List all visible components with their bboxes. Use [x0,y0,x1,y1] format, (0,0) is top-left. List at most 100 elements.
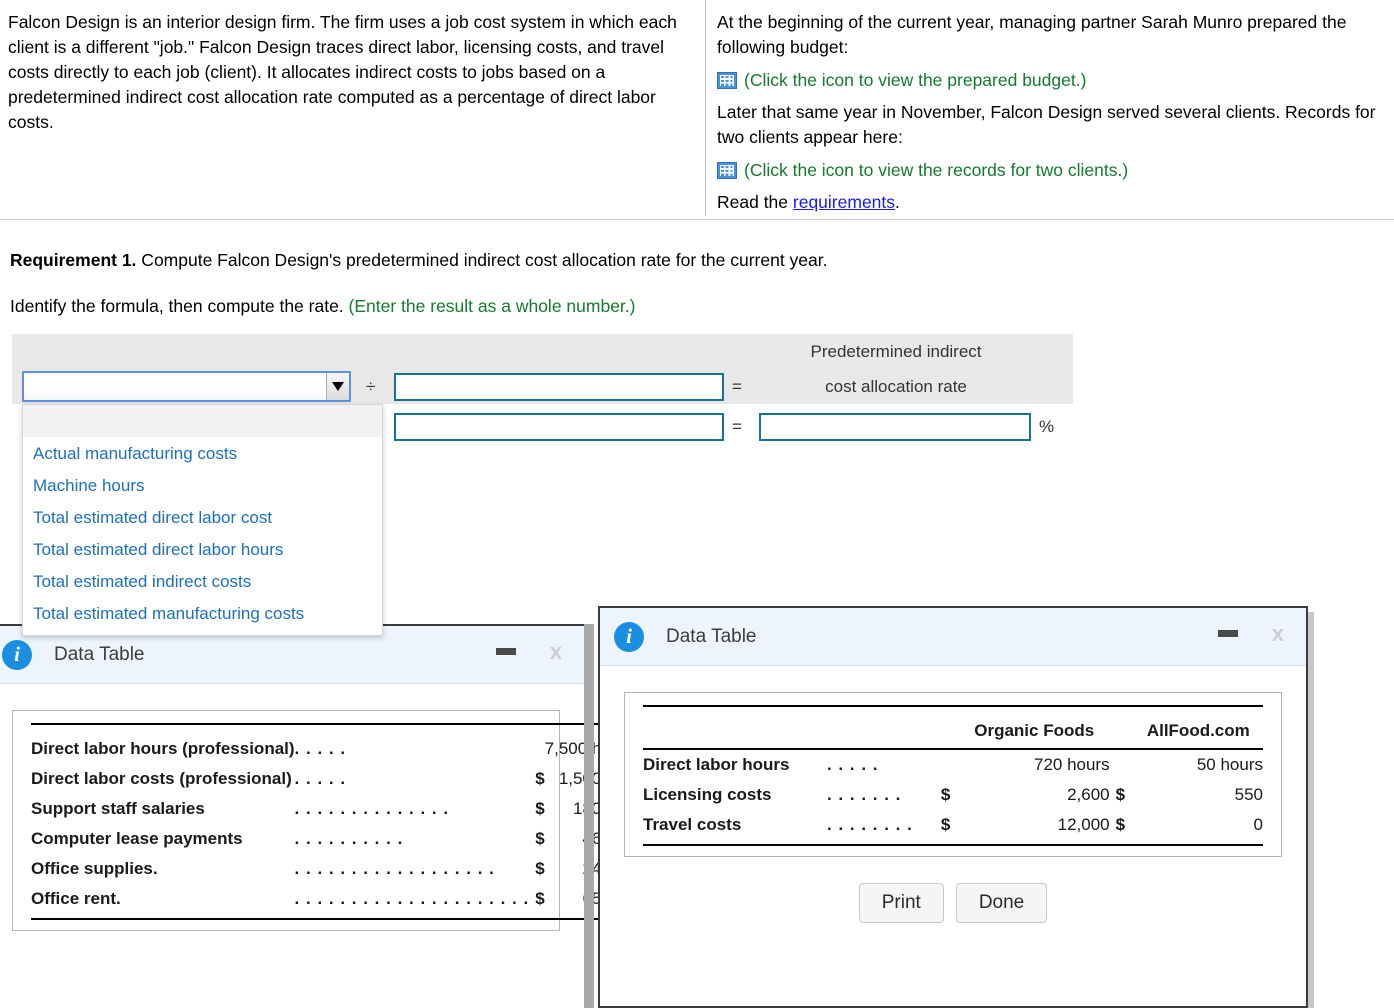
budget-row-1-label: Direct labor costs (professional) [31,769,292,788]
dropdown-option-actual-manufacturing-costs[interactable]: Actual manufacturing costs [23,438,382,470]
clients-dialog-buttons: Print Done [624,883,1282,923]
dropdown-option-total-estimated-direct-labor-hours[interactable]: Total estimated direct labor hours [23,534,382,566]
clients-table: Organic Foods AllFood.com Direct labor h… [643,705,1263,846]
budget-icon-link[interactable]: (Click the icon to view the prepared bud… [744,69,1086,91]
budget-row-0-dots: . . . . . [294,739,347,758]
dropdown-option-blank[interactable] [23,405,382,438]
minimize-icon[interactable] [496,648,516,655]
budget-row-1-currency: $ [535,769,545,788]
budget-dialog-body: Direct labor hours (professional) . . . … [0,684,635,931]
clients-dialog-titlebar: i Data Table x [600,608,1306,666]
select-inner[interactable] [24,373,349,400]
table-row: Licensing costs . . . . . . . $ 2,600 $ … [643,780,1263,810]
budget-row-1-dots: . . . . . [294,769,347,788]
identify-text: Identify the formula, then compute the r… [10,296,349,316]
print-button[interactable]: Print [858,883,944,923]
dropdown-option-total-estimated-manufacturing-costs[interactable]: Total estimated manufacturing costs [23,598,382,630]
formula-select-dropdown[interactable]: Actual manufacturing costs Machine hours… [22,404,383,636]
clients-col-1-header: Organic Foods [974,721,1095,740]
budget-row-4-currency: $ [535,859,545,878]
clients-row-1-label: Licensing costs [643,785,772,804]
clients-row-0-c2-value: 50 hours [1196,755,1263,774]
budget-table-top-rule [31,723,635,734]
rate-result-input[interactable] [759,413,1031,441]
budget-row-4-dots: . . . . . . . . . . . . . . . . . . [294,859,495,878]
requirement-text: Compute Falcon Design's predetermined in… [136,250,828,270]
dropdown-option-machine-hours[interactable]: Machine hours [23,470,382,502]
budget-row-2-currency: $ [535,799,545,818]
records-intro-paragraph: Later that same year in November, Falcon… [717,102,1376,147]
clients-row-2-c2-currency: $ [1115,815,1126,834]
requirement-label: Requirement 1. [10,250,137,270]
budget-row-3-currency: $ [535,829,545,848]
table-row: Travel costs . . . . . . . . $ 12,000 $ … [643,810,1263,840]
equals-symbol-row1: = [732,377,742,396]
table-row: Computer lease payments . . . . . . . . … [31,824,634,854]
right-problem-panel: At the beginning of the current year, ma… [707,0,1394,224]
done-button[interactable]: Done [955,883,1048,923]
dropdown-option-total-estimated-indirect-costs[interactable]: Total estimated indirect costs [23,566,382,598]
computed-numerator-input[interactable] [394,413,724,441]
formula-numerator-select[interactable] [22,371,351,402]
budget-row-2-label: Support staff salaries [31,799,205,818]
budget-table-frame: Direct labor hours (professional) . . . … [12,710,635,931]
budget-row-5-dots: . . . . . . . . . . . . . . . . . . . . … [294,889,530,908]
budget-dialog-title: Data Table [54,643,145,665]
requirements-link[interactable]: requirements [793,192,895,212]
records-icon-link[interactable]: (Click the icon to view the records for … [744,159,1128,181]
problem-statement-area: Falcon Design is an interior design firm… [0,0,1394,220]
clients-row-1-dots: . . . . . . . [826,785,902,804]
budget-row-2-dots: . . . . . . . . . . . . . . [294,799,450,818]
close-icon[interactable]: x [550,638,562,666]
budget-row-0-label: Direct labor hours (professional) [31,739,295,758]
clients-row-1-c1-value: 2,600 [1067,785,1110,804]
budget-row-5-label: Office rent. [31,889,121,908]
clients-table-header-row: Organic Foods AllFood.com [643,716,1263,745]
whole-number-hint: (Enter the result as a whole number.) [348,296,636,316]
table-row: Support staff salaries . . . . . . . . .… [31,794,634,824]
table-row: Office supplies. . . . . . . . . . . . .… [31,854,634,884]
table-grid-icon[interactable] [717,161,737,179]
clients-data-table-dialog: i Data Table x Organic Foods AllFood.com [598,606,1308,1008]
table-row: Office rent. . . . . . . . . . . . . . .… [31,884,634,914]
dropdown-option-total-estimated-direct-labor-cost[interactable]: Total estimated direct labor cost [23,502,382,534]
budget-row-5-currency: $ [535,889,545,908]
requirement-1-heading: Requirement 1. Compute Falcon Design's p… [10,250,827,271]
clients-row-1-c2-currency: $ [1115,785,1126,804]
clients-row-1-c2-value: 550 [1234,785,1263,804]
budget-table: Direct labor hours (professional) . . . … [31,723,635,920]
chevron-down-icon[interactable] [326,373,349,400]
table-row: Direct labor costs (professional) . . . … [31,764,634,794]
records-icon-line[interactable]: (Click the icon to view the records for … [717,159,1386,181]
budget-row-3-label: Computer lease payments [31,829,243,848]
budget-data-table-dialog: i Data Table x Direct labor hours (profe… [0,624,635,1008]
clients-row-2-c2-value: 0 [1253,815,1263,834]
info-icon: i [2,639,32,670]
budget-icon-line[interactable]: (Click the icon to view the prepared bud… [717,69,1386,91]
read-prefix-text: Read the [717,192,793,212]
clients-row-0-c2-currency [1110,749,1134,780]
clients-row-0-c1-currency [935,749,959,780]
clients-row-2-label: Travel costs [643,815,742,834]
divide-symbol: ÷ [366,377,376,396]
budget-row-3-dots: . . . . . . . . . . [294,829,404,848]
clients-table-frame: Organic Foods AllFood.com Direct labor h… [624,692,1282,857]
predetermined-rate-label-line2: cost allocation rate [825,377,967,396]
equals-symbol-row2: = [732,417,742,436]
close-icon[interactable]: x [1272,620,1284,648]
denominator-input[interactable] [394,373,724,401]
table-row: Direct labor hours . . . . . 720 hours 5… [643,749,1263,780]
table-grid-icon[interactable] [717,71,737,89]
budget-row-4-label: Office supplies. [31,859,158,878]
company-description-paragraph: Falcon Design is an interior design firm… [8,12,677,132]
budget-table-bottom-rule [31,914,635,920]
predetermined-rate-label-line1: Predetermined indirect [810,342,982,361]
budget-intro-paragraph: At the beginning of the current year, ma… [717,12,1347,57]
dialog-scrollbar[interactable] [584,624,594,1008]
clients-dialog-body: Organic Foods AllFood.com Direct labor h… [600,666,1306,923]
section-horizontal-divider [0,219,1394,220]
percent-symbol: % [1039,417,1055,436]
read-suffix-text: . [895,192,900,212]
minimize-icon[interactable] [1218,630,1238,637]
clients-row-1-c1-currency: $ [940,785,951,804]
